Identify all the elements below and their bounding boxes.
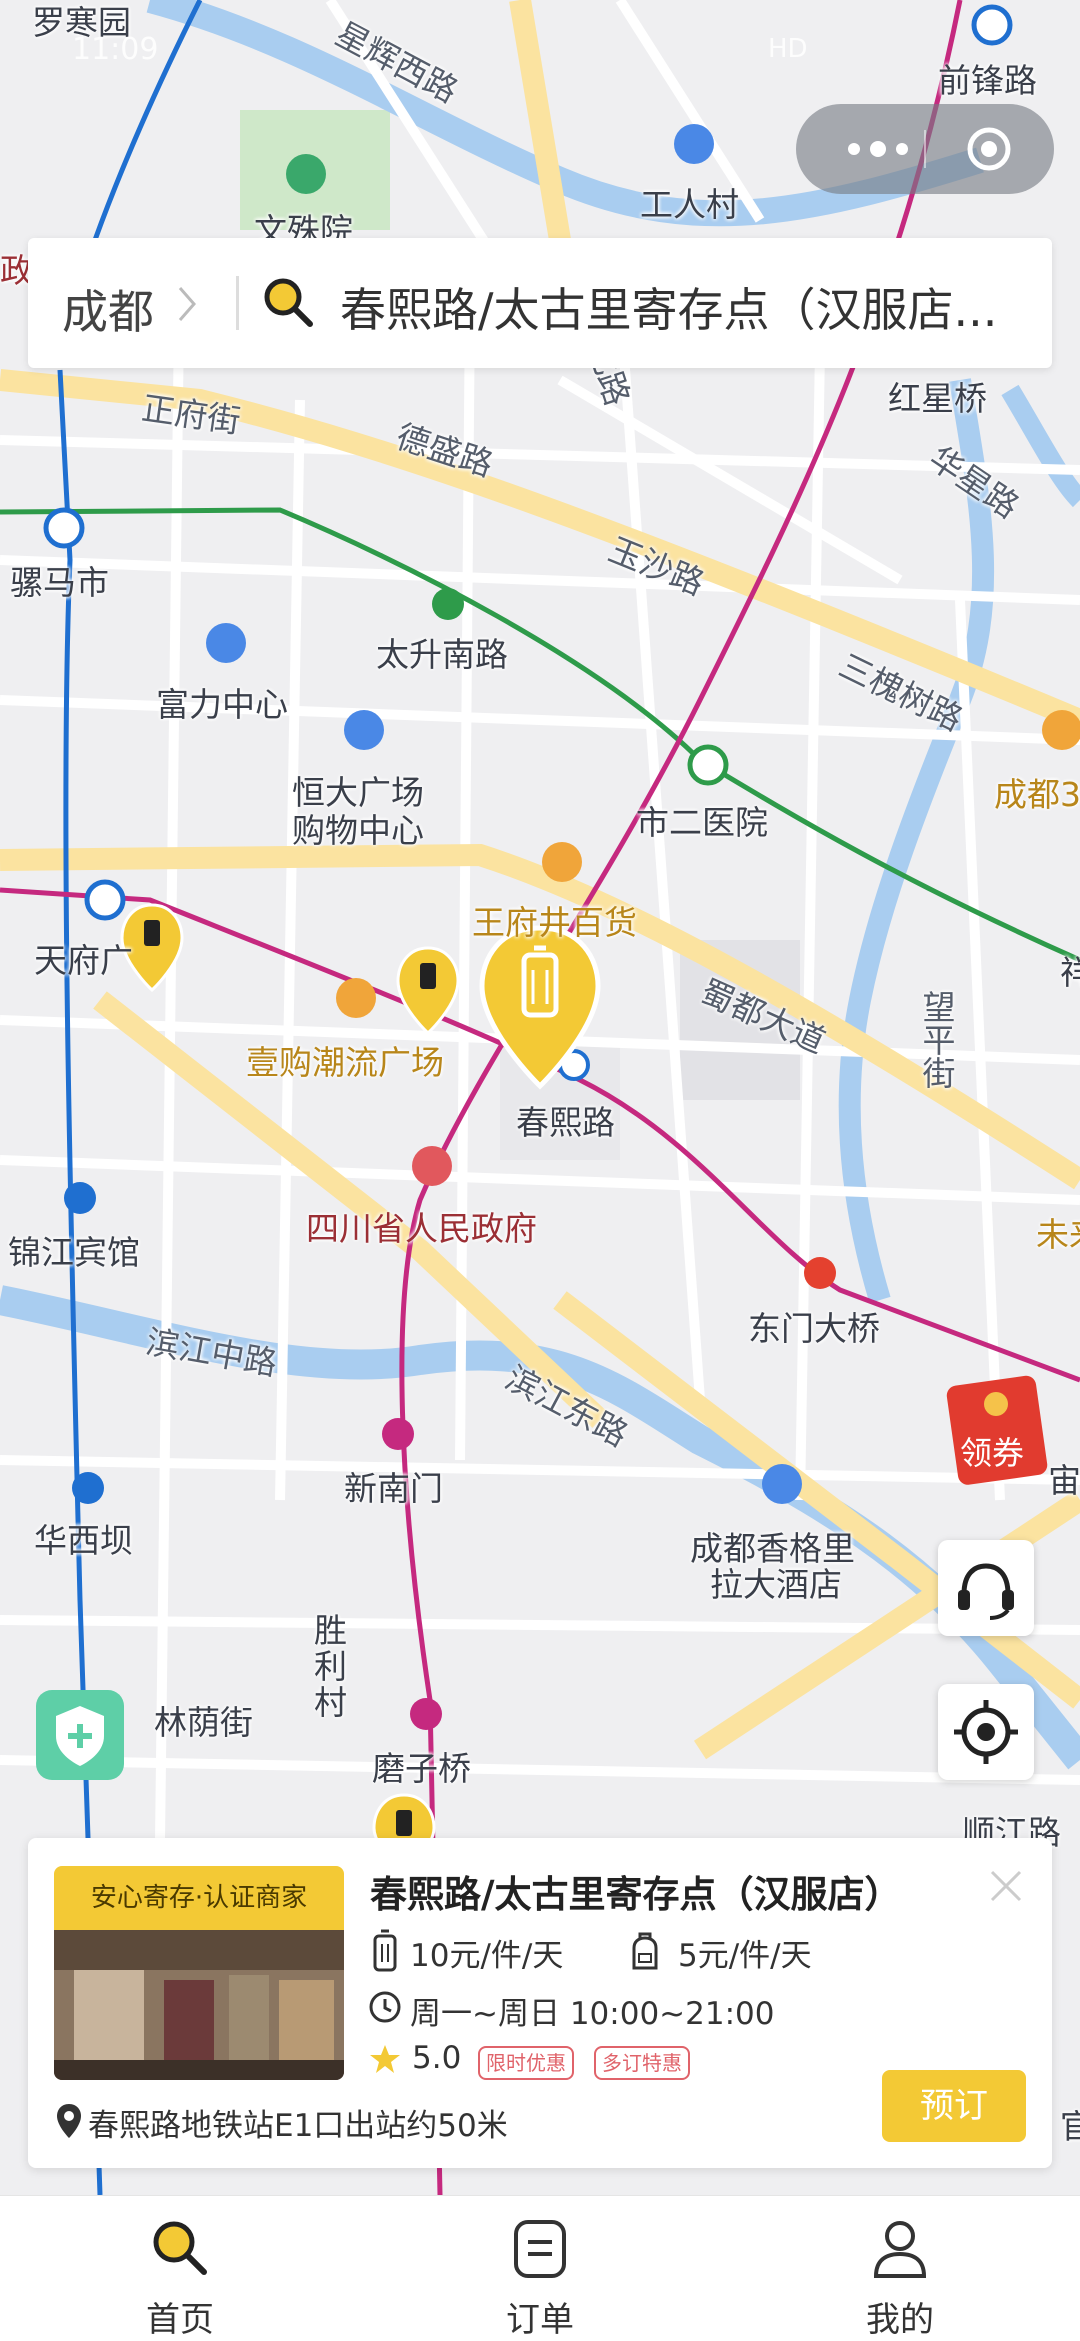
map-label: 王府井百货	[472, 903, 637, 942]
clock-icon	[369, 1991, 401, 2023]
opening-hours: 周一~周日 10:00~21:00	[410, 1996, 775, 2032]
tab-label: 订单	[506, 2300, 574, 2340]
order-icon	[514, 2220, 566, 2278]
map-label: 壹购潮流广场	[246, 1043, 444, 1082]
city-selector[interactable]: 成都	[62, 276, 154, 342]
shopping-poi-icon	[542, 842, 582, 882]
tab-home[interactable]: 首页	[80, 2196, 280, 2341]
government-poi-icon	[412, 1146, 452, 1186]
map-label: 村	[314, 1683, 347, 1722]
map-label: 四川省人民政府	[306, 1209, 537, 1248]
chevron-right-icon	[178, 287, 196, 321]
map-label: 骡马市	[10, 563, 109, 602]
building-poi-icon	[206, 623, 246, 663]
rating-score: 5.0	[412, 2040, 462, 2076]
locate-button[interactable]	[938, 1684, 1034, 1780]
customer-service-button[interactable]	[938, 1540, 1034, 1636]
store-name: 春熙路/太古里寄存点（汉服店）	[370, 1873, 902, 1916]
map-label: 锦江宾馆	[8, 1233, 140, 1272]
large-item-price: 10元/件/天	[410, 1938, 564, 1974]
map-label: 官	[1060, 2107, 1080, 2146]
shopping-poi-icon	[336, 978, 376, 1018]
book-button[interactable]: 预订	[882, 2070, 1026, 2142]
map-label: 林荫街	[154, 1703, 253, 1742]
map-label: 工人村	[640, 185, 739, 224]
more-dots-icon[interactable]	[838, 124, 918, 174]
certified-badge: 安心寄存·认证商家	[54, 1866, 344, 1930]
small-item-price: 5元/件/天	[678, 1938, 812, 1974]
search-icon	[153, 2221, 207, 2275]
store-address: 春熙路地铁站E1口出站约50米	[88, 2108, 508, 2144]
miniprogram-capsule	[796, 104, 1054, 194]
store-photo	[54, 1930, 344, 2080]
coupon-button[interactable]: 领券	[944, 1370, 1054, 1490]
map-label: 新南门	[344, 1469, 443, 1508]
map-label: 红星桥	[888, 379, 987, 418]
close-icon[interactable]	[984, 1864, 1028, 1908]
location-pin-icon	[57, 2104, 81, 2138]
small-bag-icon	[632, 1932, 658, 1970]
shield-plus-icon	[56, 1706, 104, 1766]
map-label: 购物中心	[292, 811, 424, 850]
map-label: 天府广	[34, 941, 133, 980]
hotel-poi-icon	[762, 1464, 802, 1504]
map-label: 富力中心	[156, 685, 288, 724]
map-label: 祥	[1060, 953, 1080, 992]
map-label: 春熙路	[516, 1103, 615, 1142]
large-luggage-icon	[373, 1929, 397, 1972]
map-label: 华西坝	[34, 1521, 133, 1560]
tab-label: 我的	[866, 2300, 934, 2340]
search-icon	[264, 278, 313, 327]
status-network: HD	[768, 34, 808, 64]
tab-orders[interactable]: 订单	[440, 2196, 640, 2341]
search-bar[interactable]: 成都 春熙路/太古里寄存点（汉服店...	[28, 238, 1052, 368]
building-poi-icon	[344, 710, 384, 750]
map-label: 东门大桥	[748, 1309, 880, 1348]
promo-tag: 多订特惠	[594, 2046, 690, 2080]
map-label: 太升南路	[376, 635, 508, 674]
map-label: 拉大酒店	[710, 1565, 842, 1604]
search-query[interactable]: 春熙路/太古里寄存点（汉服店...	[340, 274, 1040, 340]
promo-tag: 限时优惠	[478, 2046, 574, 2080]
home-poi-icon	[674, 124, 714, 164]
road-label: 望平街	[917, 990, 956, 1089]
coupon-label: 领券	[960, 1434, 1025, 1472]
map-label: 市二医院	[636, 803, 768, 842]
tab-label: 首页	[146, 2300, 214, 2340]
user-icon	[873, 2221, 927, 2278]
map-label: 成都3	[994, 775, 1080, 814]
status-time: 11:09	[72, 32, 159, 67]
star-icon	[370, 2045, 400, 2073]
status-bar: 11:09 HD	[0, 0, 1080, 100]
tab-bar: 首页 订单 我的	[0, 2195, 1080, 2341]
target-ring-icon[interactable]	[964, 124, 1014, 174]
map-label: 磨子桥	[372, 1749, 471, 1788]
headset-icon	[958, 1563, 1014, 1620]
park-poi-icon	[286, 154, 326, 194]
map-label: 未来	[1036, 1215, 1080, 1254]
locate-icon	[954, 1700, 1018, 1764]
search-divider	[236, 276, 239, 330]
tab-profile[interactable]: 我的	[800, 2196, 1000, 2341]
safety-button[interactable]	[36, 1690, 124, 1780]
capsule-divider	[924, 130, 926, 168]
store-card[interactable]: 安心寄存·认证商家 春熙路/太古里寄存点（汉服店） 10元/件/天 5元/件/天…	[28, 1838, 1052, 2168]
